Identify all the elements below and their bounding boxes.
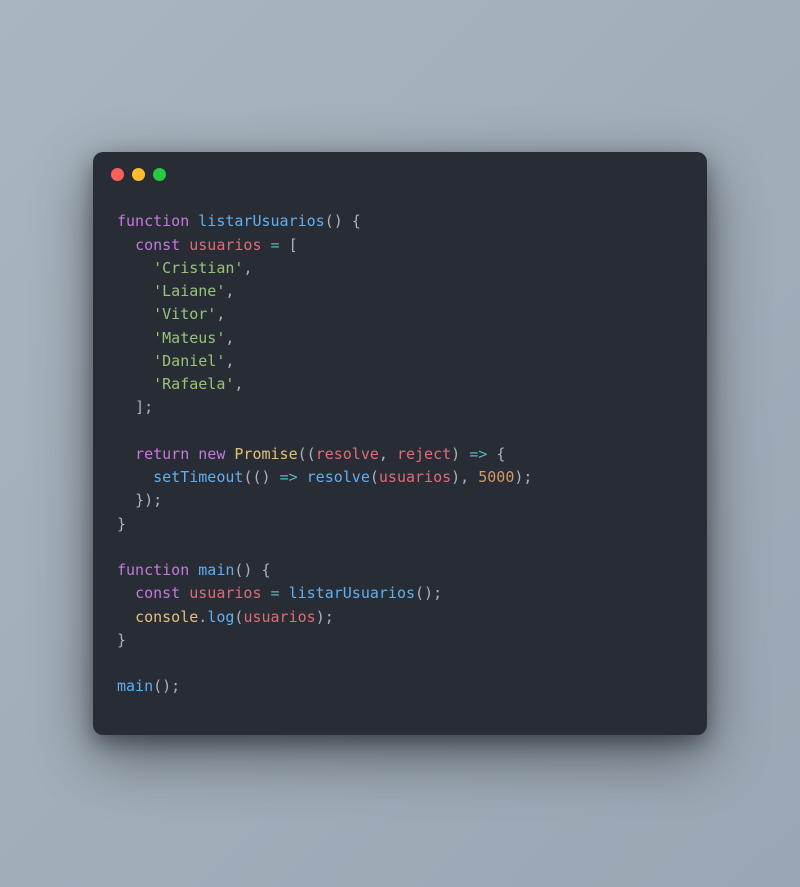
code-line: const usuarios = listarUsuarios();: [117, 582, 683, 605]
code-line: [117, 420, 683, 443]
punctuation: {: [496, 445, 505, 463]
punctuation: ((: [298, 445, 316, 463]
identifier: usuarios: [189, 236, 261, 254]
punctuation: ();: [153, 677, 180, 695]
code-line: function listarUsuarios() {: [117, 210, 683, 233]
punctuation: ),: [451, 468, 478, 486]
code-editor[interactable]: function listarUsuarios() { const usuari…: [93, 196, 707, 706]
punctuation: () {: [234, 561, 270, 579]
operator: =: [271, 236, 280, 254]
punctuation: ,: [225, 282, 234, 300]
code-line: 'Vitor',: [117, 303, 683, 326]
minimize-icon[interactable]: [132, 168, 145, 181]
code-line: const usuarios = [: [117, 234, 683, 257]
punctuation: (: [370, 468, 379, 486]
number-literal: 5000: [478, 468, 514, 486]
function-call: resolve: [307, 468, 370, 486]
punctuation: ,: [379, 445, 397, 463]
punctuation: );: [316, 608, 334, 626]
keyword-function: function: [117, 561, 189, 579]
operator: =: [271, 584, 280, 602]
code-line: main();: [117, 675, 683, 698]
punctuation: }: [117, 515, 126, 533]
string-literal: 'Cristian': [153, 259, 243, 277]
code-line: 'Laiane',: [117, 280, 683, 303]
string-literal: 'Rafaela': [153, 375, 234, 393]
punctuation: ];: [135, 398, 153, 416]
code-line: function main() {: [117, 559, 683, 582]
class-name: Promise: [234, 445, 297, 463]
punctuation: ,: [216, 305, 225, 323]
function-name: listarUsuarios: [198, 212, 324, 230]
punctuation: .: [198, 608, 207, 626]
punctuation: [: [289, 236, 298, 254]
titlebar: [93, 152, 707, 196]
punctuation: });: [135, 491, 162, 509]
identifier: resolve: [316, 445, 379, 463]
punctuation: ();: [415, 584, 442, 602]
code-line: console.log(usuarios);: [117, 606, 683, 629]
code-line: 'Cristian',: [117, 257, 683, 280]
code-line: [117, 652, 683, 675]
code-line: }: [117, 629, 683, 652]
function-call: setTimeout: [153, 468, 243, 486]
string-literal: 'Daniel': [153, 352, 225, 370]
punctuation: ): [451, 445, 460, 463]
property-name: log: [207, 608, 234, 626]
punctuation: ,: [225, 352, 234, 370]
keyword-new: new: [198, 445, 225, 463]
code-line: ];: [117, 396, 683, 419]
operator: =>: [280, 468, 298, 486]
close-icon[interactable]: [111, 168, 124, 181]
punctuation: () {: [325, 212, 361, 230]
punctuation: }: [117, 631, 126, 649]
code-line: 'Mateus',: [117, 327, 683, 350]
keyword-const: const: [135, 236, 180, 254]
function-call: listarUsuarios: [289, 584, 415, 602]
keyword-const: const: [135, 584, 180, 602]
code-line: setTimeout(() => resolve(usuarios), 5000…: [117, 466, 683, 489]
identifier: usuarios: [189, 584, 261, 602]
string-literal: 'Laiane': [153, 282, 225, 300]
identifier: usuarios: [379, 468, 451, 486]
punctuation: ,: [234, 375, 243, 393]
punctuation: ,: [243, 259, 252, 277]
code-line: 'Rafaela',: [117, 373, 683, 396]
zoom-icon[interactable]: [153, 168, 166, 181]
code-line: [117, 536, 683, 559]
string-literal: 'Mateus': [153, 329, 225, 347]
punctuation: );: [514, 468, 532, 486]
punctuation: ((): [243, 468, 270, 486]
identifier: usuarios: [243, 608, 315, 626]
code-window: function listarUsuarios() { const usuari…: [93, 152, 707, 734]
identifier: reject: [397, 445, 451, 463]
keyword-return: return: [135, 445, 189, 463]
code-line: 'Daniel',: [117, 350, 683, 373]
string-literal: 'Vitor': [153, 305, 216, 323]
code-line: });: [117, 489, 683, 512]
code-line: return new Promise((resolve, reject) => …: [117, 443, 683, 466]
punctuation: ,: [225, 329, 234, 347]
operator: =>: [469, 445, 487, 463]
keyword-function: function: [117, 212, 189, 230]
object-name: console: [135, 608, 198, 626]
function-name: main: [198, 561, 234, 579]
function-call: main: [117, 677, 153, 695]
code-line: }: [117, 513, 683, 536]
